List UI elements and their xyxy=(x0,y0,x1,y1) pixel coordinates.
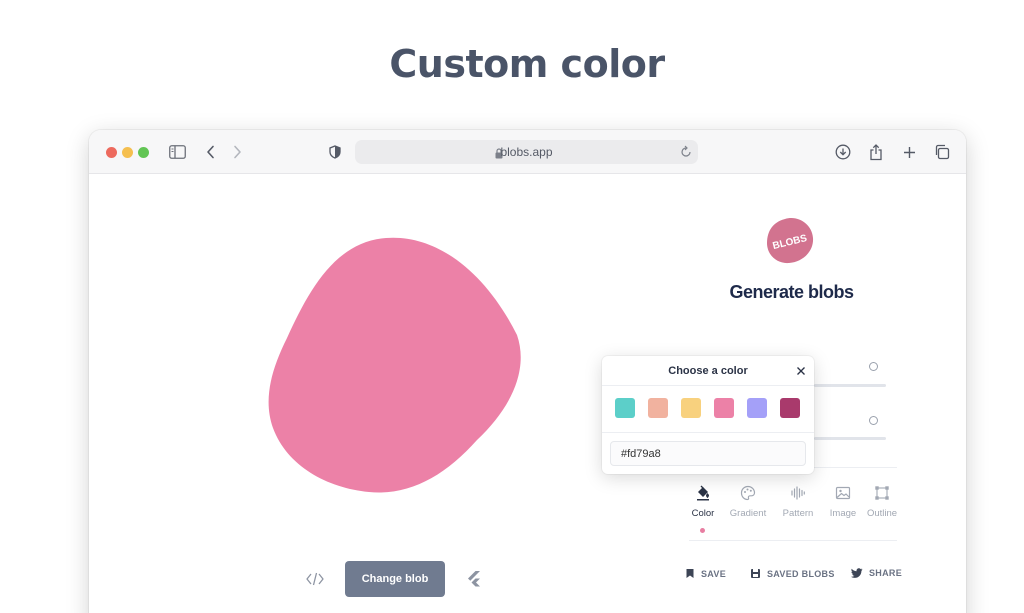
address-bar[interactable]: blobs.app xyxy=(355,140,698,164)
color-swatch[interactable] xyxy=(780,398,800,418)
tab-label: Color xyxy=(691,508,715,519)
minimize-window-button[interactable] xyxy=(122,147,133,158)
tab-gradient[interactable]: Gradient xyxy=(726,485,770,519)
pattern-icon xyxy=(791,486,805,500)
color-picker-popup: Choose a color xyxy=(602,356,814,474)
forward-icon[interactable] xyxy=(227,142,247,162)
app-title: Generate blobs xyxy=(729,282,854,302)
divider xyxy=(689,540,897,541)
divider xyxy=(602,432,814,433)
help-icon[interactable] xyxy=(869,362,878,371)
page-title: Custom color xyxy=(389,42,665,86)
share-icon[interactable] xyxy=(866,142,886,162)
tab-image[interactable]: Image xyxy=(821,485,865,519)
share-button[interactable]: SHARE xyxy=(851,568,902,578)
tab-outline[interactable]: Outline xyxy=(860,485,904,519)
hex-color-input[interactable] xyxy=(610,441,806,466)
close-window-button[interactable] xyxy=(106,147,117,158)
change-blob-button[interactable]: Change blob xyxy=(345,561,445,597)
palette-icon xyxy=(740,485,756,501)
sidebar-icon[interactable] xyxy=(167,142,187,162)
active-tab-indicator xyxy=(700,528,705,533)
shield-icon[interactable] xyxy=(325,142,345,162)
download-icon[interactable] xyxy=(833,142,853,162)
save-button[interactable]: SAVE xyxy=(685,568,726,579)
image-icon xyxy=(835,486,851,500)
paint-bucket-icon xyxy=(697,485,709,501)
color-swatch[interactable] xyxy=(747,398,767,418)
swatch-list xyxy=(615,398,800,418)
code-icon[interactable] xyxy=(305,570,325,588)
url-text: blobs.app xyxy=(500,145,553,159)
back-icon[interactable] xyxy=(201,142,221,162)
tab-pattern[interactable]: Pattern xyxy=(776,485,820,519)
contrast-slider[interactable] xyxy=(814,437,886,440)
maximize-window-button[interactable] xyxy=(138,147,149,158)
popup-header: Choose a color xyxy=(602,356,814,386)
saved-blobs-label: SAVED BLOBS xyxy=(767,568,835,579)
blob-preview xyxy=(268,237,521,493)
tab-label: Pattern xyxy=(782,508,814,519)
help-icon[interactable] xyxy=(869,416,878,425)
share-label: SHARE xyxy=(869,568,903,578)
tab-color[interactable]: Color xyxy=(681,485,725,519)
plus-icon[interactable] xyxy=(899,142,919,162)
tab-label: Image xyxy=(829,508,857,519)
browser-toolbar: blobs.app xyxy=(89,130,966,174)
tabs-icon[interactable] xyxy=(932,142,952,162)
color-swatch[interactable] xyxy=(681,398,701,418)
color-swatch[interactable] xyxy=(615,398,635,418)
color-swatch[interactable] xyxy=(648,398,668,418)
save-label: SAVE xyxy=(701,568,727,579)
color-swatch[interactable] xyxy=(714,398,734,418)
bookmark-icon xyxy=(686,569,694,578)
blobs-logo: BLOBS xyxy=(767,218,814,264)
tab-label: Outline xyxy=(866,508,898,519)
outline-icon xyxy=(875,486,889,500)
close-icon[interactable] xyxy=(796,366,806,376)
popup-title: Choose a color xyxy=(668,365,748,377)
twitter-icon xyxy=(851,568,863,578)
flutter-icon[interactable] xyxy=(466,570,482,588)
tab-label: Gradient xyxy=(729,508,767,519)
complexity-slider[interactable] xyxy=(814,384,886,387)
saved-icon xyxy=(751,569,760,578)
browser-window: blobs.app BLOBS Generate blobs Color Gra… xyxy=(89,130,966,613)
reload-icon[interactable] xyxy=(680,145,692,163)
saved-blobs-button[interactable]: SAVED BLOBS xyxy=(750,568,835,579)
